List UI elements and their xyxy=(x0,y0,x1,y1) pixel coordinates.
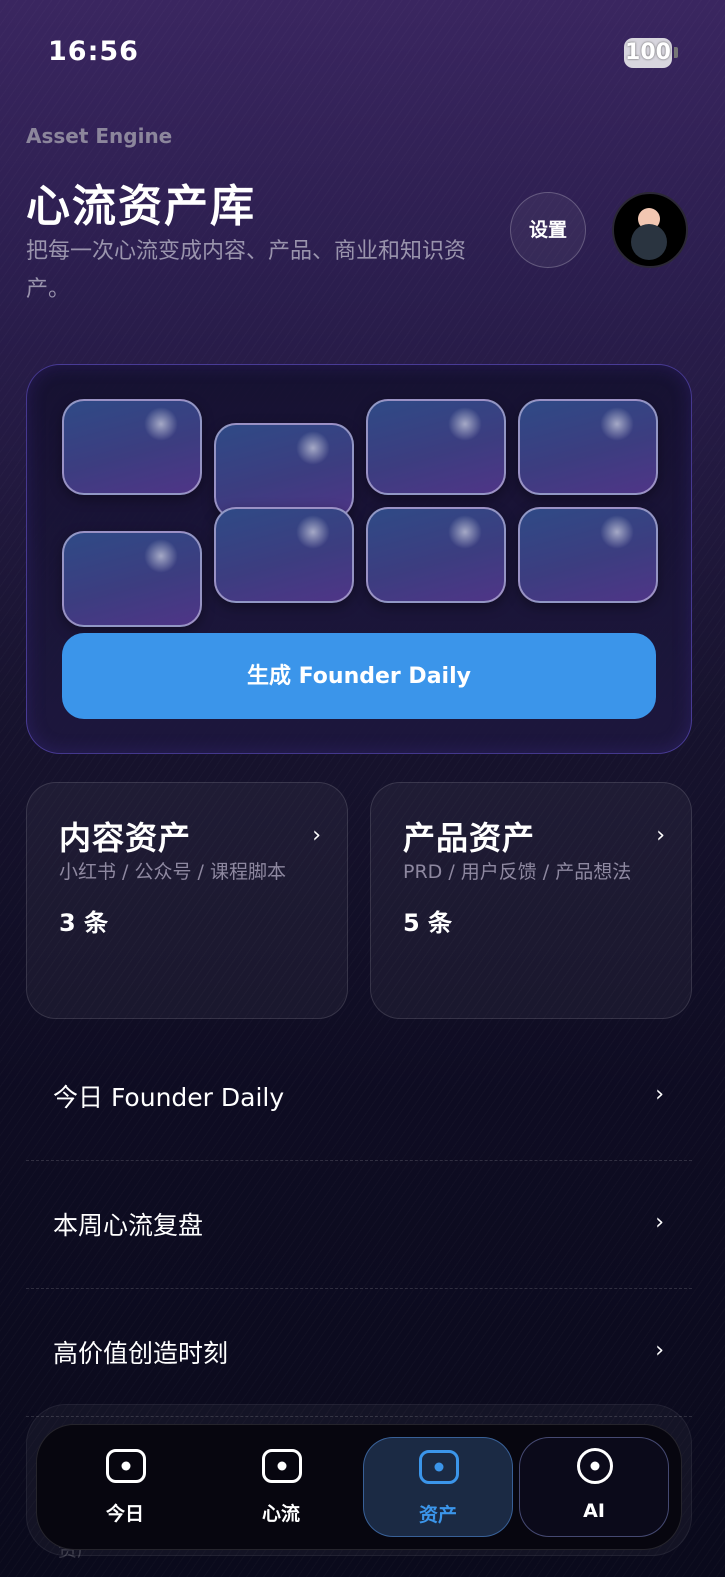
asset-tile xyxy=(518,507,658,603)
asset-tile xyxy=(62,531,202,627)
card-description: 小红书 / 公众号 / 课程脚本 xyxy=(59,861,286,883)
settings-button[interactable]: 设置 xyxy=(510,192,586,268)
battery-level: 100 xyxy=(625,40,671,65)
tab-label: 今日 xyxy=(105,1503,144,1525)
asset-tile xyxy=(214,507,354,603)
page-eyebrow: Asset Engine xyxy=(26,124,173,148)
generate-founder-daily-button[interactable]: 生成 Founder Daily xyxy=(62,633,656,719)
chevron-right-icon: › xyxy=(655,1082,664,1107)
card-title: 产品资产 xyxy=(403,819,536,857)
tab-ai[interactable]: AI xyxy=(519,1437,669,1537)
chevron-right-icon: › xyxy=(656,823,665,848)
asset-tile xyxy=(366,399,506,495)
avatar[interactable] xyxy=(612,192,688,268)
list-item-label: 今日 Founder Daily xyxy=(53,1083,285,1112)
hero-card: 生成 Founder Daily xyxy=(26,364,692,754)
card-title: 内容资产 xyxy=(59,819,192,857)
tab-label: 心流 xyxy=(261,1503,300,1525)
battery-icon: 100 xyxy=(624,38,672,68)
asset-tile xyxy=(518,399,658,495)
chevron-right-icon: › xyxy=(655,1210,664,1235)
tab-flow[interactable]: 心流 xyxy=(207,1437,355,1535)
page-subtitle: 把每一次心流变成内容、产品、商业和知识资产。 xyxy=(26,239,467,302)
tab-label: AI xyxy=(583,1500,605,1522)
screen-icon xyxy=(419,1450,459,1484)
chevron-right-icon: › xyxy=(312,823,321,848)
circle-dot-icon xyxy=(577,1448,613,1484)
list-item-weekly-review[interactable]: 本周心流复盘 › xyxy=(26,1160,692,1289)
card-count: 5 条 xyxy=(403,909,453,937)
tab-label: 资产 xyxy=(418,1504,457,1526)
content-asset-card[interactable]: 内容资产 小红书 / 公众号 / 课程脚本 3 条 › xyxy=(26,782,348,1019)
page-title: 心流资产库 xyxy=(26,181,256,232)
card-description: PRD / 用户反馈 / 产品想法 xyxy=(403,861,632,883)
tab-assets[interactable]: 资产 xyxy=(363,1437,513,1537)
product-asset-card[interactable]: 产品资产 PRD / 用户反馈 / 产品想法 5 条 › xyxy=(370,782,692,1019)
chevron-right-icon: › xyxy=(655,1338,664,1363)
list-item-label: 本周心流复盘 xyxy=(53,1211,204,1240)
bottom-tab-bar: 今日 心流 资产 AI xyxy=(36,1424,682,1550)
status-bar: 16:56 100 xyxy=(0,0,725,100)
list-item-founder-daily[interactable]: 今日 Founder Daily › xyxy=(26,1032,692,1161)
asset-tile xyxy=(214,423,354,519)
screen-icon xyxy=(106,1449,146,1483)
asset-tile xyxy=(62,399,202,495)
asset-tile xyxy=(366,507,506,603)
status-time: 16:56 xyxy=(48,36,139,67)
avatar-body xyxy=(631,224,667,260)
screen-icon xyxy=(262,1449,302,1483)
tab-today[interactable]: 今日 xyxy=(51,1437,199,1535)
list-item-high-value-moments[interactable]: 高价值创造时刻 › xyxy=(26,1288,692,1417)
list-item-label: 高价值创造时刻 xyxy=(53,1339,229,1368)
card-count: 3 条 xyxy=(59,909,109,937)
battery-tip xyxy=(674,47,678,58)
